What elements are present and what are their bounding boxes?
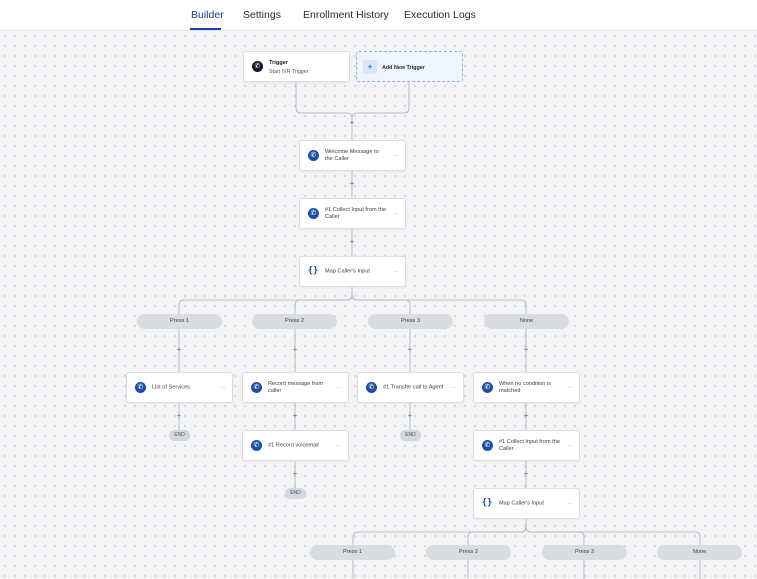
node-label: Map Caller's Input: [325, 268, 370, 274]
add-trigger-label: Add New Trigger: [382, 65, 425, 71]
phone-icon: ✆: [308, 150, 319, 161]
node-label: List of Services: [152, 384, 190, 390]
welcome-message-node[interactable]: ✆ Welcome Message to the Caller ···: [299, 140, 406, 171]
add-step-plus[interactable]: +: [406, 412, 414, 420]
branch-press-1[interactable]: Press 1: [310, 545, 395, 560]
node-label: Map Caller's Input: [499, 500, 544, 506]
tab-settings[interactable]: Settings: [243, 9, 281, 21]
node-label: Record message from caller: [268, 380, 324, 394]
more-options-icon[interactable]: ···: [220, 384, 226, 392]
braces-icon: {}: [307, 266, 319, 276]
more-options-icon[interactable]: ···: [567, 442, 573, 450]
node-label: When no condition is matched: [499, 380, 551, 394]
tab-builder[interactable]: Builder: [191, 9, 224, 21]
add-step-plus[interactable]: +: [522, 412, 530, 420]
add-step-plus[interactable]: +: [522, 346, 530, 354]
transfer-call-node[interactable]: ✆ #1 Transfer call to Agent ···: [357, 372, 464, 403]
phone-icon: ✆: [482, 382, 493, 393]
trigger-title: Trigger: [269, 60, 288, 66]
phone-icon: ✆: [482, 440, 493, 451]
more-options-icon[interactable]: ···: [336, 384, 342, 392]
connector-lines: [178, 82, 701, 579]
branch-press-3[interactable]: Press 3: [542, 545, 627, 560]
node-label: #1 Record voicemail: [268, 442, 319, 448]
more-options-icon[interactable]: ···: [451, 384, 457, 392]
branch-none[interactable]: None: [484, 314, 569, 329]
braces-icon: {}: [481, 498, 493, 508]
more-options-icon[interactable]: ···: [393, 152, 399, 160]
branch-none[interactable]: None: [657, 545, 742, 560]
add-step-plus[interactable]: +: [348, 119, 356, 127]
map-callers-input-node[interactable]: {} Map Caller's Input ···: [299, 256, 406, 287]
top-navigation: Builder Settings Enrollment History Exec…: [0, 0, 757, 31]
end-marker: END: [285, 488, 306, 499]
add-step-plus[interactable]: +: [522, 470, 530, 478]
collect-input-node[interactable]: ✆ #1 Collect Input from the Caller ···: [299, 198, 406, 229]
add-new-trigger-button[interactable]: + Add New Trigger: [356, 51, 463, 82]
add-step-plus[interactable]: +: [348, 180, 356, 188]
tab-enrollment-history[interactable]: Enrollment History: [303, 9, 389, 21]
branch-press-1[interactable]: Press 1: [137, 314, 222, 329]
more-options-icon[interactable]: ···: [393, 268, 399, 276]
list-of-services-node[interactable]: ✆ List of Services ···: [126, 372, 233, 403]
no-condition-node[interactable]: ✆ When no condition is matched ···: [473, 372, 580, 403]
node-label: #1 Collect Input from the Caller: [499, 438, 560, 452]
node-label: #1 Transfer call to Agent: [383, 384, 444, 390]
node-label: #1 Collect Input from the Caller: [325, 206, 386, 220]
record-voicemail-node[interactable]: ✆ #1 Record voicemail ···: [242, 430, 349, 461]
more-options-icon[interactable]: ···: [567, 500, 573, 508]
phone-icon: ✆: [135, 382, 146, 393]
add-step-plus[interactable]: +: [406, 346, 414, 354]
trigger-subtitle: Start IVR Trigger: [269, 69, 309, 75]
phone-icon: ✆: [251, 382, 262, 393]
add-step-plus[interactable]: +: [348, 238, 356, 246]
trigger-node[interactable]: ✆ Trigger Start IVR Trigger: [243, 51, 350, 82]
branch-press-2[interactable]: Press 2: [426, 545, 511, 560]
map-callers-input-node-2[interactable]: {} Map Caller's Input ···: [473, 488, 580, 519]
phone-icon: ✆: [366, 382, 377, 393]
collect-input-node-2[interactable]: ✆ #1 Collect Input from the Caller ···: [473, 430, 580, 461]
phone-icon: ✆: [252, 61, 263, 72]
end-marker: END: [400, 430, 421, 441]
record-message-node[interactable]: ✆ Record message from caller ···: [242, 372, 349, 403]
add-step-plus[interactable]: +: [175, 412, 183, 420]
add-step-plus[interactable]: +: [291, 412, 299, 420]
phone-icon: ✆: [251, 440, 262, 451]
add-step-plus[interactable]: +: [291, 470, 299, 478]
end-marker: END: [169, 430, 190, 441]
more-options-icon[interactable]: ···: [336, 442, 342, 450]
node-label: Welcome Message to the Caller: [325, 148, 379, 162]
tab-execution-logs[interactable]: Execution Logs: [404, 9, 476, 21]
more-options-icon[interactable]: ···: [393, 210, 399, 218]
add-step-plus[interactable]: +: [291, 346, 299, 354]
more-options-icon[interactable]: ···: [567, 384, 573, 392]
branch-press-2[interactable]: Press 2: [252, 314, 337, 329]
add-step-plus[interactable]: +: [175, 346, 183, 354]
active-tab-indicator: [190, 28, 221, 30]
branch-press-3[interactable]: Press 3: [368, 314, 453, 329]
plus-icon: +: [363, 60, 377, 74]
phone-icon: ✆: [308, 208, 319, 219]
